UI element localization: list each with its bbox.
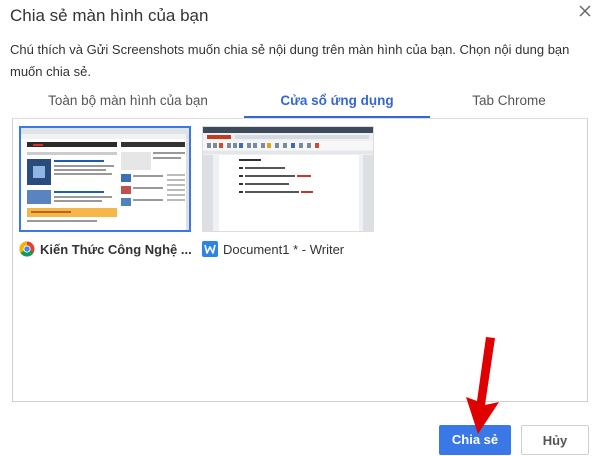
source-label: Kiến Thức Công Nghệ ... xyxy=(19,240,191,258)
share-button[interactable]: Chia sẻ xyxy=(439,425,511,455)
source-item-chrome-window[interactable]: Kiến Thức Công Nghệ ... xyxy=(19,126,191,258)
webpage-preview-image xyxy=(21,128,189,230)
cancel-button[interactable]: Hủy xyxy=(521,425,589,455)
source-item-writer-window[interactable]: Document1 * - Writer xyxy=(202,126,374,258)
window-thumbnail xyxy=(19,126,191,232)
chrome-icon xyxy=(19,241,35,257)
document-preview-image xyxy=(203,127,373,231)
window-thumbnail xyxy=(202,126,374,232)
close-icon[interactable] xyxy=(576,2,594,20)
tab-entire-screen[interactable]: Toàn bộ màn hình của bạn xyxy=(12,88,244,116)
source-tabs: Toàn bộ màn hình của bạn Cửa sổ ứng dụng… xyxy=(12,88,588,119)
dialog-description: Chú thích và Gửi Screenshots muốn chia s… xyxy=(10,42,570,79)
dialog-title: Chia sẻ màn hình của bạn xyxy=(10,6,209,25)
source-label: Document1 * - Writer xyxy=(202,240,374,258)
tab-application-window[interactable]: Cửa sổ ứng dụng xyxy=(244,88,430,118)
tab-chrome-tab[interactable]: Tab Chrome xyxy=(430,88,588,116)
source-list: Kiến Thức Công Nghệ ... Document1 * - Wr… xyxy=(12,119,588,402)
wps-writer-icon xyxy=(202,241,218,257)
